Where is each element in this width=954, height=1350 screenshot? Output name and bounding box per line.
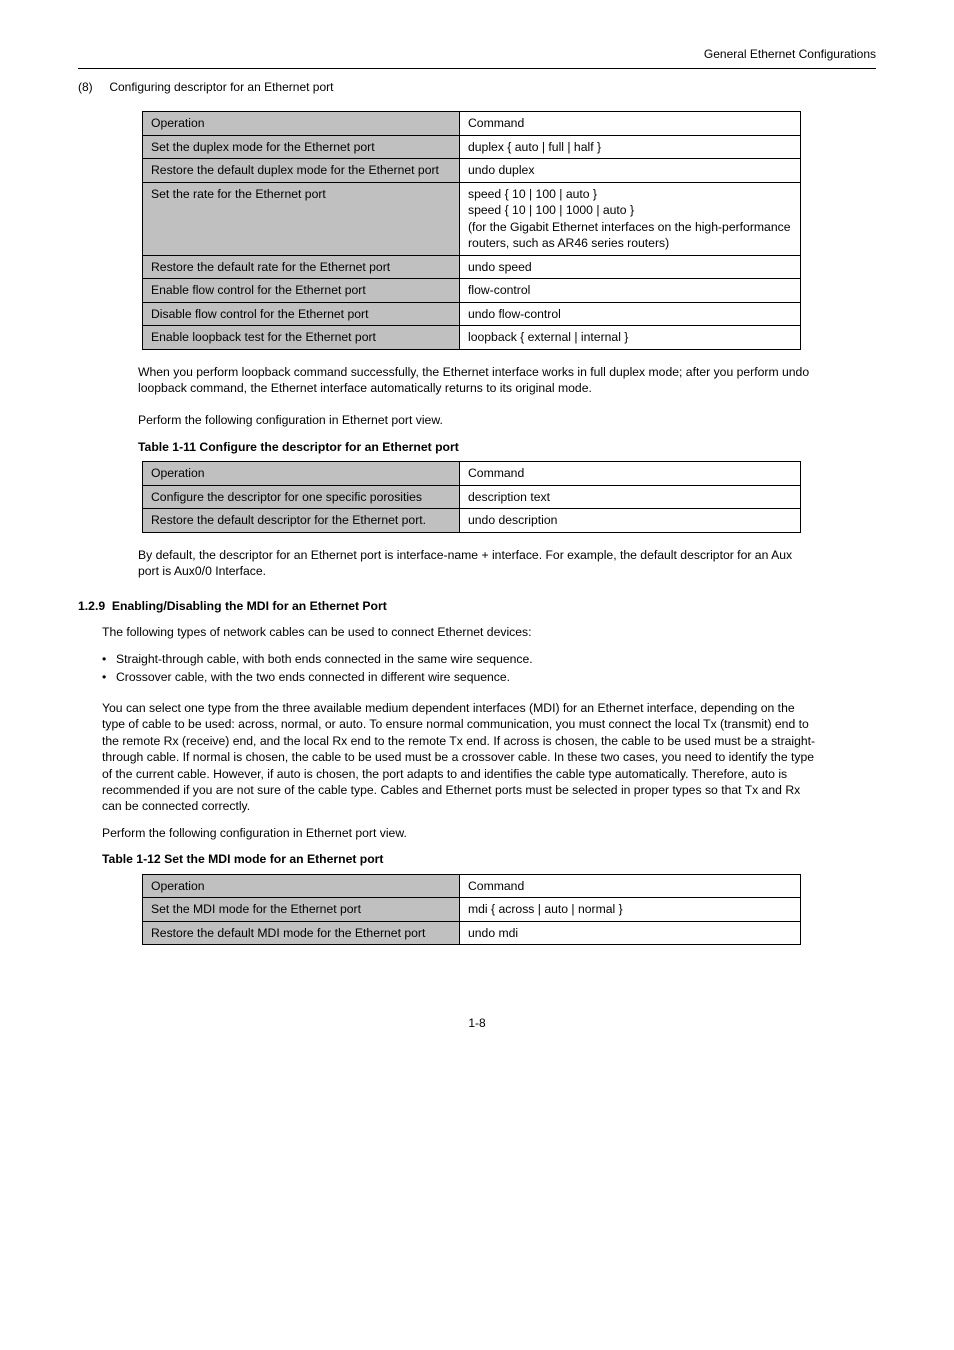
cell-value: flow-control [460, 279, 801, 302]
cell-label: Disable flow control for the Ethernet po… [143, 302, 460, 325]
cell-value: loopback { external | internal } [460, 326, 801, 349]
cell-label: Enable loopback test for the Ethernet po… [143, 326, 460, 349]
table-1-11-note: By default, the descriptor for an Ethern… [138, 547, 816, 580]
cell-value: undo flow-control [460, 302, 801, 325]
table-1-12: OperationCommand Set the MDI mode for th… [142, 874, 801, 945]
subsection-8-heading: (8) Configuring descriptor for an Ethern… [78, 79, 876, 95]
cell-label: Operation [143, 462, 460, 485]
table-1-11-caption: Table 1-11 Configure the descriptor for … [138, 439, 816, 455]
paragraph: Perform the following configuration in E… [102, 825, 816, 841]
cell-value: undo description [460, 509, 801, 532]
table-1-10-note: When you perform loopback command succes… [138, 364, 816, 397]
cell-value: undo speed [460, 255, 801, 278]
table-row: Disable flow control for the Ethernet po… [143, 302, 801, 325]
table-row: Enable flow control for the Ethernet por… [143, 279, 801, 302]
cell-value: Command [460, 112, 801, 135]
header-rule [78, 68, 876, 69]
table-row: Restore the default MDI mode for the Eth… [143, 921, 801, 944]
cell-value: undo duplex [460, 159, 801, 182]
section-1-2-9-heading: 1.2.9 Enabling/Disabling the MDI for an … [78, 598, 876, 614]
running-header-text: General Ethernet Configurations [704, 46, 876, 62]
cell-label: Set the rate for the Ethernet port [143, 182, 460, 255]
cell-value: Command [460, 874, 801, 897]
table-row: Set the duplex mode for the Ethernet por… [143, 135, 801, 158]
cell-label: Configure the descriptor for one specifi… [143, 485, 460, 508]
table-row: Set the rate for the Ethernet portspeed … [143, 182, 801, 255]
table-row: Restore the default descriptor for the E… [143, 509, 801, 532]
list-item: Straight-through cable, with both ends c… [102, 651, 876, 667]
table-row: OperationCommand [143, 462, 801, 485]
cell-value: duplex { auto | full | half } [460, 135, 801, 158]
table-1-10: OperationCommand Set the duplex mode for… [142, 111, 801, 349]
page-number: 1-8 [78, 1015, 876, 1031]
cell-value: description text [460, 485, 801, 508]
cell-label: Set the MDI mode for the Ethernet port [143, 898, 460, 921]
cell-label: Enable flow control for the Ethernet por… [143, 279, 460, 302]
list-item: Crossover cable, with the two ends conne… [102, 669, 876, 685]
cell-label: Operation [143, 874, 460, 897]
cell-label: Set the duplex mode for the Ethernet por… [143, 135, 460, 158]
cell-label: Operation [143, 112, 460, 135]
table-row: Enable loopback test for the Ethernet po… [143, 326, 801, 349]
table-row: Restore the default rate for the Etherne… [143, 255, 801, 278]
cell-label: Restore the default descriptor for the E… [143, 509, 460, 532]
table-row: Restore the default duplex mode for the … [143, 159, 801, 182]
paragraph: Perform the following configuration in E… [138, 412, 816, 428]
cell-value: mdi { across | auto | normal } [460, 898, 801, 921]
bullet-list: Straight-through cable, with both ends c… [102, 651, 876, 686]
table-row: OperationCommand [143, 874, 801, 897]
cell-value: Command [460, 462, 801, 485]
paragraph: You can select one type from the three a… [102, 700, 816, 815]
table-1-12-caption: Table 1-12 Set the MDI mode for an Ether… [102, 851, 816, 867]
table-row: Set the MDI mode for the Ethernet portmd… [143, 898, 801, 921]
running-header: Chapter 1 Ethernet Port Configurations G… [78, 46, 876, 66]
cell-label: Restore the default duplex mode for the … [143, 159, 460, 182]
cell-label: Restore the default rate for the Etherne… [143, 255, 460, 278]
cell-value: speed { 10 | 100 | auto } speed { 10 | 1… [460, 182, 801, 255]
paragraph: The following types of network cables ca… [102, 624, 816, 640]
cell-label: Restore the default MDI mode for the Eth… [143, 921, 460, 944]
table-row: Configure the descriptor for one specifi… [143, 485, 801, 508]
table-1-11: OperationCommand Configure the descripto… [142, 461, 801, 532]
table-row: OperationCommand [143, 112, 801, 135]
cell-value: undo mdi [460, 921, 801, 944]
